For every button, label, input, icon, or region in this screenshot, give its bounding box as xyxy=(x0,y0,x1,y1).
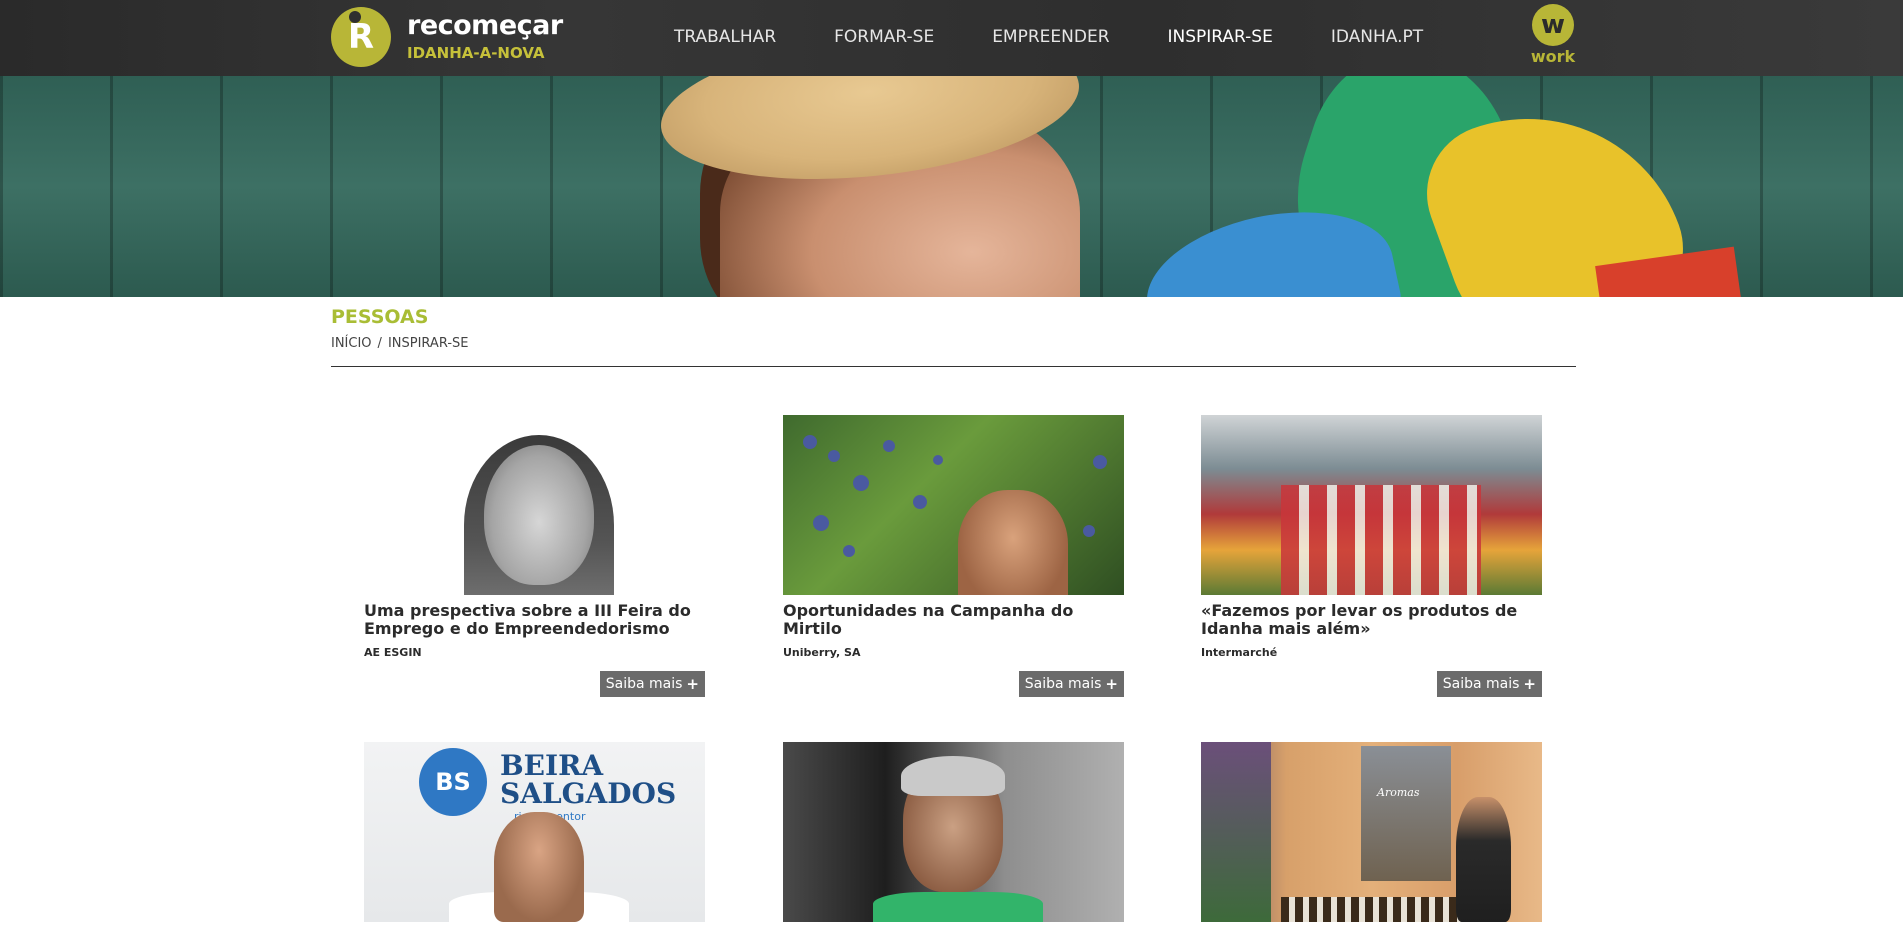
card-org: AE ESGIN xyxy=(364,646,422,659)
card-title[interactable]: Oportunidades na Campanha do Mirtilo xyxy=(783,602,1124,638)
work-label: work xyxy=(1530,47,1576,66)
nav-formar-se[interactable]: FORMAR-SE xyxy=(834,27,934,47)
saiba-mais-button[interactable]: Saiba mais + xyxy=(1018,671,1124,697)
man-green-shirt-photo-icon[interactable] xyxy=(783,742,1124,922)
logo-subtitle: IDANHA-A-NOVA xyxy=(407,44,545,62)
nav-empreender[interactable]: EMPREENDER xyxy=(992,27,1109,47)
site-header: R recomeçar IDANHA-A-NOVA TRABALHAR FORM… xyxy=(0,0,1903,76)
saiba-mais-button[interactable]: Saiba mais + xyxy=(1436,671,1542,697)
plus-icon: + xyxy=(1105,675,1118,693)
portrait-photo-icon[interactable] xyxy=(364,415,705,595)
hero-banner xyxy=(0,76,1903,297)
aromas-stand-photo-icon[interactable]: Aromas xyxy=(1201,742,1542,922)
breadcrumb-separator: / xyxy=(377,336,382,351)
saiba-mais-button[interactable]: Saiba mais + xyxy=(599,671,705,697)
beira-salgados-photo-icon[interactable]: BS BEIRASALGADOS rio Alimentor xyxy=(364,742,705,922)
logo-title: recomeçar xyxy=(407,10,563,41)
heading-divider xyxy=(331,366,1576,367)
card-title[interactable]: Uma prespectiva sobre a III Feira do Emp… xyxy=(364,602,705,638)
work-logo[interactable]: w work xyxy=(1527,4,1579,70)
card-org: Uniberry, SA xyxy=(783,646,861,659)
plus-icon: + xyxy=(686,675,699,693)
nav-inspirar-se[interactable]: INSPIRAR-SE xyxy=(1168,27,1273,47)
site-logo[interactable]: R recomeçar IDANHA-A-NOVA xyxy=(331,6,563,68)
main-nav: TRABALHAR FORMAR-SE EMPREENDER INSPIRAR-… xyxy=(674,0,1481,74)
supermarket-photo-icon[interactable] xyxy=(1201,415,1542,595)
nav-idanha-pt[interactable]: IDANHA.PT xyxy=(1331,27,1423,47)
breadcrumb: INÍCIO / INSPIRAR-SE xyxy=(331,336,468,351)
nav-trabalhar[interactable]: TRABALHAR xyxy=(674,27,776,47)
logo-r-icon: R xyxy=(331,7,391,67)
card-title[interactable]: «Fazemos por levar os produtos de Idanha… xyxy=(1201,602,1542,638)
breadcrumb-inspirar-se[interactable]: INSPIRAR-SE xyxy=(388,336,469,351)
page-title: PESSOAS xyxy=(331,306,429,328)
work-w-icon: w xyxy=(1532,4,1574,46)
blueberry-photo-icon[interactable] xyxy=(783,415,1124,595)
card-org: Intermarché xyxy=(1201,646,1278,659)
breadcrumb-inicio[interactable]: INÍCIO xyxy=(331,336,372,351)
plus-icon: + xyxy=(1523,675,1536,693)
